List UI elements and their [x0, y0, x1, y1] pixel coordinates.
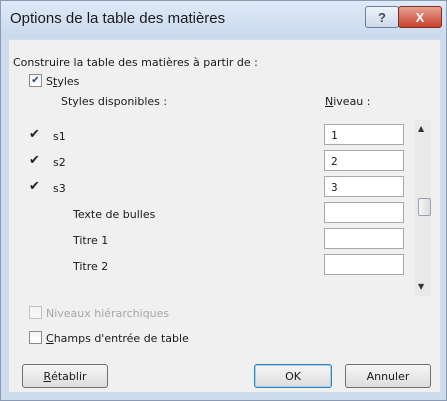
style-row-s2[interactable]: ✔ s2 2 — [9, 150, 404, 176]
scroll-up-icon[interactable]: ▲ — [418, 124, 424, 133]
checkmark-icon: ✔ — [29, 153, 40, 168]
level-input[interactable] — [324, 228, 404, 249]
styles-label[interactable]: Styles — [46, 75, 79, 88]
level-input[interactable]: 3 — [324, 176, 404, 197]
table-entry-fields-label[interactable]: Champs d'entrée de table — [46, 332, 189, 345]
dialog-body: Construire la table des matières à parti… — [9, 40, 440, 392]
style-name: s1 — [53, 130, 66, 143]
reset-button[interactable]: Rétablir — [22, 364, 108, 388]
style-row-s3[interactable]: ✔ s3 3 — [9, 176, 404, 202]
style-name: Texte de bulles — [73, 208, 156, 221]
style-name: s2 — [53, 156, 66, 169]
style-name: Titre 2 — [73, 260, 109, 273]
hierarchy-levels-label: Niveaux hiérarchiques — [46, 307, 170, 320]
style-row-texte-de-bulles[interactable]: Texte de bulles — [9, 202, 404, 228]
style-row-s1[interactable]: ✔ s1 1 — [9, 124, 404, 150]
close-icon: X — [415, 9, 425, 25]
style-row-titre-2[interactable]: Titre 2 — [9, 254, 404, 280]
styles-scrollbar[interactable]: ▲ ▼ — [415, 120, 431, 296]
check-icon: ✔ — [31, 75, 40, 86]
style-name: Titre 1 — [73, 234, 109, 247]
checkmark-icon: ✔ — [29, 179, 40, 194]
available-styles-label: Styles disponibles : — [61, 95, 168, 108]
ok-button[interactable]: OK — [254, 364, 332, 388]
scroll-down-icon[interactable]: ▼ — [418, 282, 424, 291]
level-input[interactable] — [324, 202, 404, 223]
cancel-button[interactable]: Annuler — [345, 364, 431, 388]
level-input[interactable] — [324, 254, 404, 275]
checkmark-icon: ✔ — [29, 127, 40, 142]
title-bar[interactable]: Options de la table des matières ? X — [1, 1, 446, 39]
level-input[interactable]: 1 — [324, 124, 404, 145]
table-entry-fields-checkbox[interactable] — [29, 331, 42, 344]
styles-checkbox[interactable]: ✔ — [29, 74, 42, 87]
dialog-title: Options de la table des matières — [10, 10, 226, 27]
scroll-thumb[interactable] — [418, 198, 431, 216]
level-input[interactable]: 2 — [324, 150, 404, 171]
style-name: s3 — [53, 182, 66, 195]
help-button[interactable]: ? — [365, 6, 399, 28]
close-button[interactable]: X — [398, 6, 442, 28]
build-from-label: Construire la table des matières à parti… — [13, 56, 258, 69]
help-icon: ? — [378, 9, 386, 25]
level-header: Niveau : — [325, 95, 371, 108]
hierarchy-levels-checkbox[interactable] — [29, 306, 42, 319]
styles-list: ✔ s1 1 ✔ s2 2 ✔ s3 3 Texte de bulles Tit… — [9, 120, 415, 332]
style-row-titre-1[interactable]: Titre 1 — [9, 228, 404, 254]
dialog-window: Options de la table des matières ? X Con… — [0, 0, 447, 401]
